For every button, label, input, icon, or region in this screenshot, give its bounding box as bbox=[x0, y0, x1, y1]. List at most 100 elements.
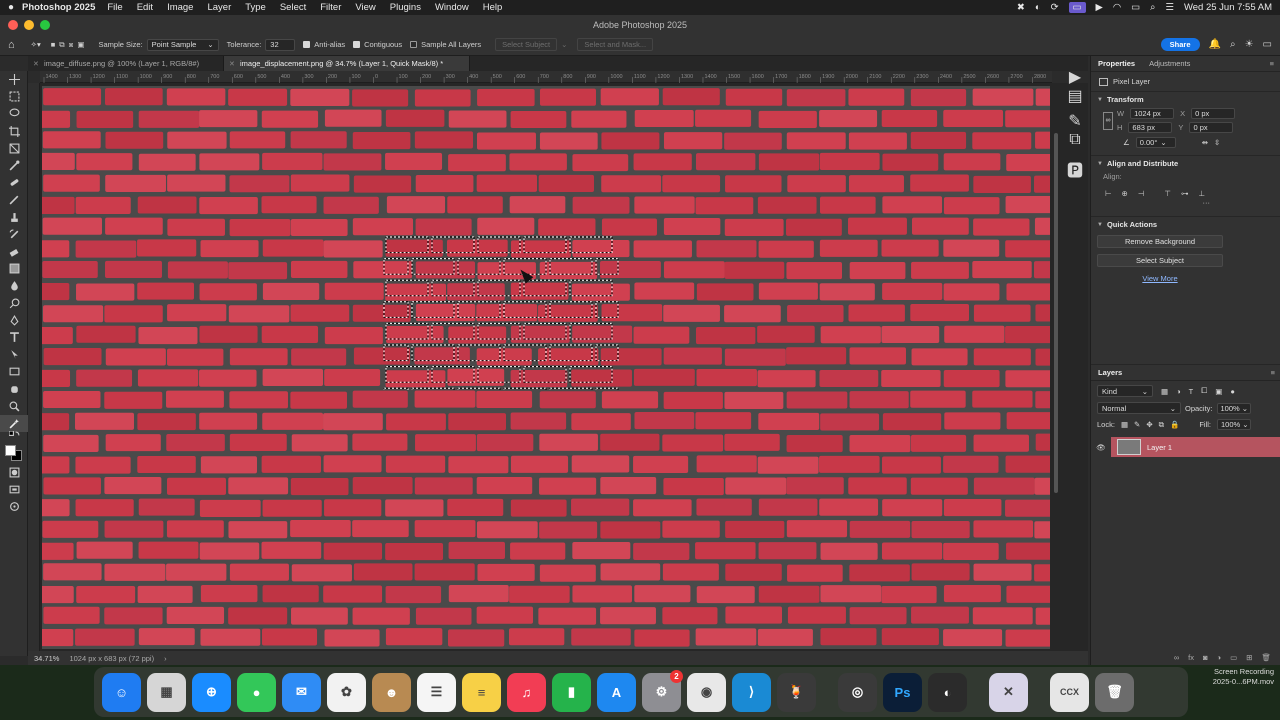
intersect-selection-icon[interactable]: ▣ bbox=[77, 40, 84, 49]
preview-icon[interactable]: ✕ bbox=[989, 672, 1028, 712]
collapse-icon[interactable]: ▼ bbox=[1097, 222, 1103, 228]
lock-position-icon[interactable]: ✥ bbox=[1146, 420, 1152, 429]
discover-icon[interactable]: ☀ bbox=[1245, 39, 1254, 50]
cocktail-icon[interactable]: 🍹 bbox=[777, 672, 816, 712]
remove-background-button[interactable]: Remove Background bbox=[1097, 235, 1223, 248]
link-layers-icon[interactable]: ∞ bbox=[1174, 653, 1179, 662]
clock[interactable]: Wed 25 Jun 7:55 AM bbox=[1184, 2, 1272, 13]
flip-horizontal-icon[interactable]: ⇹ bbox=[1202, 138, 1208, 147]
y-input[interactable]: 0 px bbox=[1189, 122, 1234, 133]
menu-plugins[interactable]: Plugins bbox=[390, 2, 421, 13]
panel-menu-icon[interactable]: ≡ bbox=[1270, 59, 1274, 68]
mail-icon[interactable]: ✉ bbox=[282, 672, 321, 712]
lasso-tool[interactable] bbox=[0, 105, 28, 122]
rectangle-tool[interactable] bbox=[0, 363, 28, 380]
crop-tool[interactable] bbox=[0, 123, 28, 140]
minimize-window-button[interactable] bbox=[24, 19, 34, 30]
layer-name[interactable]: Layer 1 bbox=[1147, 443, 1172, 452]
fx-icon[interactable]: fx bbox=[1188, 653, 1194, 662]
select-subject-dropdown-icon[interactable]: ⌄ bbox=[561, 40, 567, 49]
more-options-icon[interactable]: ··· bbox=[1097, 198, 1211, 207]
paragraph-icon[interactable]: 🅿 bbox=[1064, 160, 1086, 180]
wifi-icon[interactable]: ◠ bbox=[1113, 2, 1121, 13]
align-right-icon[interactable]: ⊣ bbox=[1138, 189, 1145, 198]
anti-alias-checkbox[interactable] bbox=[303, 41, 311, 48]
sample-size-select[interactable]: Point Sample ⌄ bbox=[146, 38, 219, 51]
photos-icon[interactable]: ✿ bbox=[327, 672, 366, 712]
new-group-icon[interactable]: ▭ bbox=[1230, 653, 1237, 662]
contacts-icon[interactable]: ☻ bbox=[372, 672, 411, 712]
height-input[interactable]: 683 px bbox=[1128, 122, 1173, 133]
chrome-icon[interactable]: ◉ bbox=[687, 672, 726, 712]
libraries-icon[interactable]: ⧉ bbox=[1064, 131, 1086, 149]
contiguous-checkbox[interactable] bbox=[353, 41, 361, 48]
dodge-tool[interactable] bbox=[0, 294, 28, 311]
x-input[interactable]: 0 px bbox=[1191, 108, 1236, 119]
eraser-tool[interactable] bbox=[0, 243, 28, 260]
tab-image-diffuse[interactable]: ✕ image_diffuse.png @ 100% (Layer 1, RGB… bbox=[28, 56, 224, 71]
spotlight-icon[interactable]: ⌕ bbox=[1150, 2, 1155, 13]
magic-wand-tool[interactable] bbox=[0, 414, 28, 432]
gradient-tool[interactable] bbox=[0, 260, 28, 277]
canvas-area[interactable] bbox=[40, 83, 1052, 651]
lock-image-icon[interactable]: ✎ bbox=[1134, 420, 1140, 429]
lock-artboard-icon[interactable]: ⧉ bbox=[1159, 420, 1164, 430]
lock-transparent-icon[interactable]: ▦ bbox=[1121, 420, 1128, 429]
select-subject-button[interactable]: Select Subject bbox=[495, 38, 558, 51]
zoom-level[interactable]: 34.71% bbox=[34, 654, 59, 663]
messages-icon[interactable]: ● bbox=[237, 672, 276, 712]
layer-filter-select[interactable]: Kind ⌄ bbox=[1097, 385, 1153, 397]
sync-icon[interactable]: ⟳ bbox=[1051, 2, 1059, 13]
quick-mask-button[interactable] bbox=[0, 464, 28, 481]
tab-adjustments[interactable]: Adjustments bbox=[1142, 59, 1197, 68]
launchpad-icon[interactable]: ▦ bbox=[147, 672, 186, 712]
foreground-color-swatch[interactable] bbox=[5, 444, 16, 456]
new-selection-icon[interactable]: ■ bbox=[51, 40, 56, 49]
close-window-button[interactable] bbox=[8, 19, 18, 30]
menu-image[interactable]: Image bbox=[167, 2, 193, 13]
tab-image-displacement[interactable]: ✕ image_displacement.png @ 34.7% (Layer … bbox=[224, 56, 470, 71]
healing-brush-tool[interactable] bbox=[0, 174, 28, 191]
app-menu[interactable]: Photoshop 2025 bbox=[22, 2, 95, 13]
delete-layer-icon[interactable]: 🗑 bbox=[1261, 653, 1271, 662]
menu-view[interactable]: View bbox=[355, 2, 375, 13]
subtract-selection-icon[interactable]: ⧈ bbox=[69, 40, 74, 50]
marquee-tool[interactable] bbox=[0, 88, 28, 105]
app-store-icon[interactable]: A bbox=[597, 672, 636, 712]
recording-label[interactable]: Screen Recording 2025-0...6PM.mov bbox=[1213, 667, 1274, 687]
menu-filter[interactable]: Filter bbox=[320, 2, 341, 13]
visibility-eye-icon[interactable]: 👁 bbox=[1091, 443, 1111, 452]
zoom-window-button[interactable] bbox=[40, 19, 50, 30]
sample-all-layers-checkbox[interactable] bbox=[410, 41, 418, 48]
tolerance-input[interactable]: 32 bbox=[265, 38, 296, 51]
add-mask-icon[interactable]: ◙ bbox=[1203, 653, 1208, 662]
view-more-link[interactable]: View More bbox=[1097, 274, 1223, 283]
history-brush-tool[interactable] bbox=[0, 226, 28, 243]
layer-row[interactable]: Layer 1 bbox=[1111, 437, 1280, 457]
frame-tool[interactable] bbox=[0, 140, 28, 157]
hand-tool[interactable] bbox=[0, 380, 28, 397]
blender-icon[interactable]: ◎ bbox=[838, 672, 877, 712]
fill-input[interactable]: 100% ⌄ bbox=[1217, 419, 1251, 430]
actions-play-icon[interactable]: ▶ bbox=[1064, 68, 1086, 86]
close-icon[interactable]: ✕ bbox=[33, 60, 39, 68]
tab-properties[interactable]: Properties bbox=[1091, 59, 1142, 68]
photoshop-icon[interactable]: Ps bbox=[883, 672, 922, 712]
add-selection-icon[interactable]: ⧉ bbox=[59, 40, 64, 50]
default-colors-icon[interactable] bbox=[0, 431, 28, 442]
clone-stamp-tool[interactable] bbox=[0, 209, 28, 226]
screen-mode-button[interactable] bbox=[0, 481, 28, 498]
music-icon[interactable]: ♫ bbox=[507, 672, 546, 712]
collapse-icon[interactable]: ▼ bbox=[1097, 161, 1103, 167]
filter-smart-icon[interactable]: ▣ bbox=[1215, 387, 1222, 396]
filter-adjustment-icon[interactable]: ◑ bbox=[1176, 387, 1181, 396]
trash-icon[interactable]: 🗑 bbox=[1095, 672, 1134, 712]
zoom-tool[interactable] bbox=[0, 398, 28, 415]
vscode-icon[interactable]: ⟩ bbox=[732, 672, 771, 712]
pen-tool[interactable] bbox=[0, 312, 28, 329]
panel-menu-icon[interactable]: ≡ bbox=[1271, 368, 1275, 377]
menu-window[interactable]: Window bbox=[435, 2, 469, 13]
screen-record-icon[interactable]: ▭ bbox=[1068, 2, 1086, 13]
document-info[interactable]: 1024 px x 683 px (72 ppi) bbox=[69, 654, 154, 663]
align-top-icon[interactable]: ⊤ bbox=[1164, 189, 1171, 198]
